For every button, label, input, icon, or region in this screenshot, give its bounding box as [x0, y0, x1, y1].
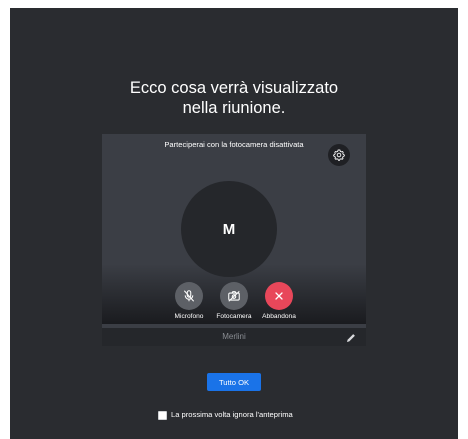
display-name-bar: Merlini: [102, 328, 366, 346]
camera-off-notice: Parteciperai con la fotocamera disattiva…: [164, 140, 304, 149]
leave-control: Abbandona: [250, 282, 308, 321]
close-icon: [275, 292, 283, 300]
settings-button[interactable]: [328, 144, 350, 166]
skip-preview-label: La prossima volta ignora l'anteprima: [171, 410, 293, 419]
video-preview: Parteciperai con la fotocamera disattiva…: [102, 134, 366, 346]
pencil-icon: [347, 334, 355, 342]
leave-label: Abbandona: [262, 313, 296, 320]
camera-toggle-button[interactable]: [220, 282, 248, 310]
microphone-toggle-button[interactable]: [175, 282, 203, 310]
gear-icon: [333, 149, 345, 161]
page-title: Ecco cosa verrà visualizzato nella riuni…: [10, 78, 458, 118]
display-name: Merlini: [222, 332, 246, 341]
skip-preview-option[interactable]: La prossima volta ignora l'anteprima: [158, 409, 293, 421]
edit-name-button[interactable]: [345, 331, 357, 343]
page-title-line-1: Ecco cosa verrà visualizzato: [129, 79, 339, 97]
page-title-line-2: nella riunione.: [182, 99, 286, 117]
confirm-button[interactable]: Tutto OK: [207, 373, 261, 391]
leave-button[interactable]: [265, 282, 293, 310]
skip-preview-checkbox[interactable]: [158, 410, 167, 420]
avatar-initial: M: [222, 220, 236, 238]
prejoin-screen: Ecco cosa verrà visualizzato nella riuni…: [10, 8, 458, 439]
microphone-off-icon: [183, 290, 195, 302]
avatar: M: [181, 181, 277, 277]
camera-off-icon: [228, 290, 240, 302]
